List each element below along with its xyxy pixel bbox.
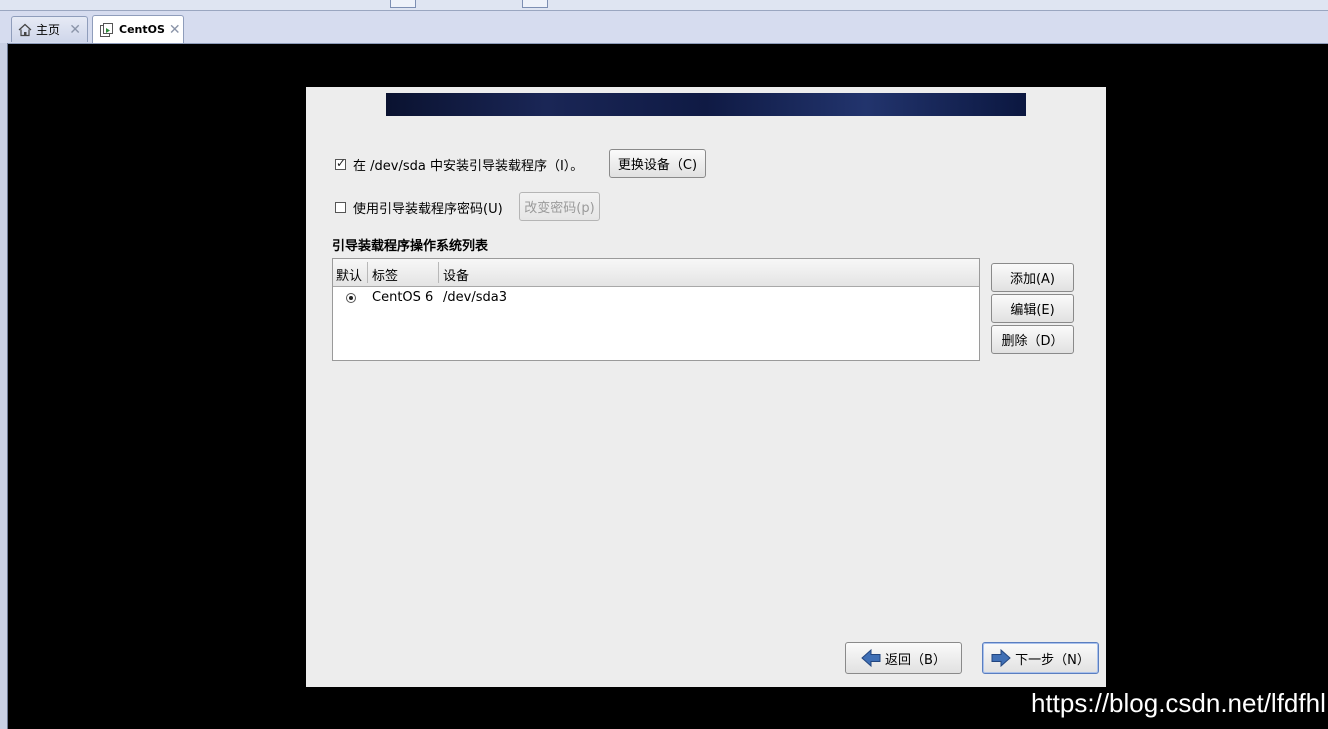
use-password-option[interactable]: 使用引导装载程序密码(U) (335, 198, 503, 217)
table-row[interactable]: CentOS 6 /dev/sda3 (333, 286, 979, 308)
host-tab-bar: 主页 ✕ CentOS ✕ (0, 11, 1328, 44)
toolbar-stub-button[interactable] (390, 0, 416, 8)
column-divider[interactable] (438, 262, 439, 283)
tab-centos-label: CentOS (119, 23, 165, 36)
tab-centos[interactable]: CentOS ✕ (92, 15, 184, 43)
next-button-label: 下一步（N） (1015, 652, 1090, 668)
install-bootloader-checkbox[interactable] (335, 156, 346, 170)
close-icon[interactable]: ✕ (69, 22, 81, 38)
column-header-label[interactable]: 标签 (372, 265, 398, 284)
os-list-title: 引导装载程序操作系统列表 (332, 239, 489, 254)
use-password-label: 使用引导装载程序密码(U) (353, 202, 503, 217)
watermark-text: https://blog.csdn.net/lfdfhl (1031, 688, 1326, 718)
table-header: 默认 标签 设备 (333, 259, 979, 287)
back-arrow-icon (861, 649, 881, 667)
row-label: CentOS 6 (372, 290, 434, 305)
host-menu-strip (0, 0, 1328, 11)
column-header-device[interactable]: 设备 (443, 265, 469, 284)
next-button[interactable]: 下一步（N） (982, 642, 1099, 674)
back-button-label: 返回（B） (885, 652, 946, 668)
add-button[interactable]: 添加(A) (991, 263, 1074, 292)
install-bootloader-label: 在 /dev/sda 中安装引导装载程序（I）。 (353, 159, 584, 174)
vm-icon (99, 22, 115, 38)
install-bootloader-option[interactable]: 在 /dev/sda 中安装引导装载程序（I）。 (335, 155, 583, 174)
change-device-button[interactable]: 更换设备（C) (609, 149, 706, 178)
row-device: /dev/sda3 (443, 290, 507, 305)
installer-banner (386, 93, 1026, 116)
close-icon[interactable]: ✕ (169, 22, 181, 38)
tab-home[interactable]: 主页 ✕ (11, 16, 88, 42)
next-arrow-icon (991, 649, 1011, 667)
column-header-default[interactable]: 默认 (336, 265, 362, 284)
host-left-frame (0, 43, 8, 729)
toolbar-stub-button[interactable] (522, 0, 548, 8)
default-radio[interactable] (346, 293, 356, 303)
back-button[interactable]: 返回（B） (845, 642, 962, 674)
edit-button[interactable]: 编辑(E) (991, 294, 1074, 323)
delete-button[interactable]: 删除（D） (991, 325, 1074, 354)
change-password-button[interactable]: 改变密码(p) (519, 192, 600, 221)
os-list-table: 默认 标签 设备 CentOS 6 /dev/sda3 (332, 258, 980, 361)
column-divider[interactable] (367, 262, 368, 283)
use-password-checkbox[interactable] (335, 202, 346, 213)
home-icon (18, 23, 32, 37)
tab-home-label: 主页 (36, 23, 61, 37)
installer-screen: 在 /dev/sda 中安装引导装载程序（I）。 更换设备（C) 使用引导装载程… (306, 87, 1106, 687)
